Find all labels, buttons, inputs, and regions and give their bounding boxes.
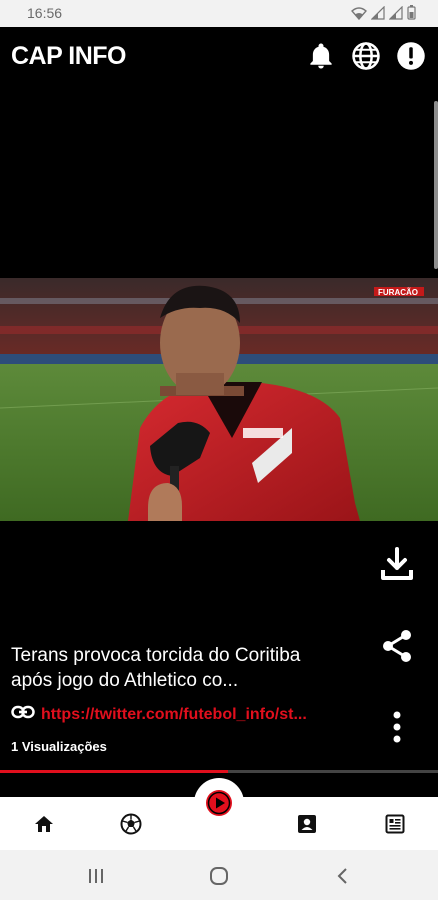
app-header: CAP INFO: [0, 27, 438, 85]
overlay-logo: FURACÃO: [378, 288, 418, 297]
more-options-button[interactable]: [377, 707, 417, 747]
status-icons: [351, 5, 416, 20]
views-count: 1 Visualizações: [11, 739, 107, 754]
video-title-line2: após jogo do Athletico co...: [11, 670, 239, 691]
nav-home[interactable]: [31, 811, 57, 837]
app-title: CAP INFO: [11, 42, 127, 70]
status-bar: 16:56: [0, 0, 438, 27]
video-frame[interactable]: FURACÃO: [0, 278, 438, 521]
nav-videos-center-button[interactable]: [194, 778, 244, 828]
share-icon: [383, 630, 411, 662]
play-icon: [206, 790, 232, 816]
home-button[interactable]: [207, 865, 231, 887]
recent-apps-icon: [89, 869, 103, 883]
video-link-row[interactable]: https://twitter.com/futebol_info/st...: [11, 705, 307, 724]
download-icon: [381, 547, 413, 580]
nav-players[interactable]: [294, 811, 320, 837]
share-button[interactable]: [377, 626, 417, 666]
back-icon: [337, 868, 347, 884]
status-time: 16:56: [27, 5, 63, 21]
scrollbar-thumb[interactable]: [434, 101, 438, 269]
nav-matches[interactable]: [118, 811, 144, 837]
soccer-ball-icon: [120, 813, 142, 835]
info-icon[interactable]: [396, 41, 426, 71]
video-source-link[interactable]: https://twitter.com/futebol_info/st...: [41, 706, 307, 724]
nav-news[interactable]: [382, 811, 408, 837]
more-vertical-icon: [393, 711, 401, 743]
back-button[interactable]: [330, 865, 354, 887]
video-title-line1: Terans provoca torcida do Coritiba: [11, 645, 301, 666]
video-title: Terans provoca torcida do Coritiba após …: [11, 643, 351, 693]
system-navigation-bar: [0, 850, 438, 900]
bottom-navigation: [0, 773, 438, 850]
bell-icon[interactable]: [306, 41, 336, 71]
battery-icon: [407, 5, 416, 20]
news-icon: [385, 814, 405, 834]
video-player[interactable]: FURACÃO Terans provoca torcida do Coriti…: [0, 85, 438, 770]
signal-icon-2: [389, 5, 403, 20]
home-circle-icon: [210, 867, 228, 885]
recent-apps-button[interactable]: [84, 865, 108, 887]
download-button[interactable]: [377, 544, 417, 584]
globe-icon[interactable]: [351, 41, 381, 71]
home-icon: [35, 816, 53, 832]
contact-card-icon: [298, 815, 316, 833]
signal-icon: [371, 5, 385, 20]
wifi-icon: [351, 6, 367, 20]
link-icon: [11, 705, 35, 724]
